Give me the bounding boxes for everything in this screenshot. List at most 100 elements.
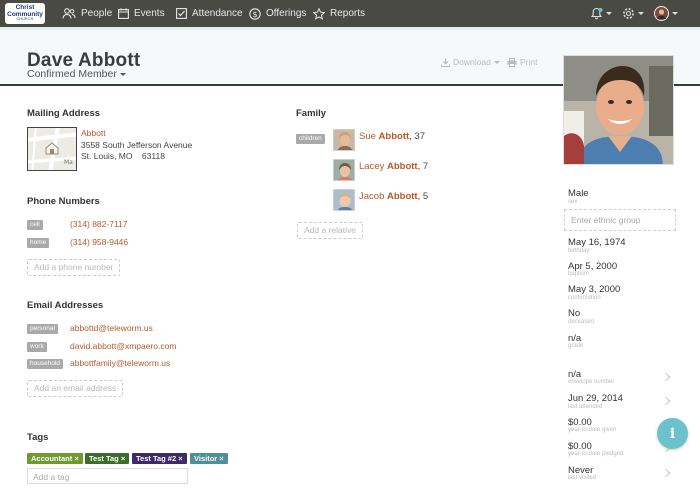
tag-chip[interactable]: Test Tag × bbox=[85, 453, 130, 464]
profile-photo[interactable] bbox=[563, 55, 674, 165]
chevron-right-icon[interactable] bbox=[661, 468, 671, 478]
download-label: Download bbox=[453, 57, 491, 67]
remove-tag-icon[interactable]: × bbox=[178, 454, 182, 463]
phone-value-link[interactable]: (314) 958-9446 bbox=[70, 237, 128, 247]
add-phone-button[interactable]: Add a phone number bbox=[27, 259, 121, 276]
chevron-down-icon bbox=[606, 12, 612, 15]
nav-offerings-label: Offerings bbox=[266, 8, 307, 19]
address-name-link[interactable]: Abbott bbox=[81, 128, 192, 140]
people-icon bbox=[62, 8, 76, 19]
baptism-label: baptism bbox=[568, 271, 590, 277]
chevron-right-icon[interactable] bbox=[661, 396, 671, 406]
nav-reports[interactable]: Reports bbox=[313, 0, 365, 27]
member-first-name: Lacey bbox=[359, 161, 385, 172]
family-title: Family bbox=[296, 108, 327, 119]
star-icon bbox=[313, 7, 325, 20]
tag-chip[interactable]: Visitor × bbox=[190, 453, 228, 464]
dollar-icon: $ bbox=[249, 7, 261, 20]
family-member-photo[interactable] bbox=[333, 159, 355, 181]
info-button[interactable]: i bbox=[657, 418, 688, 449]
nav-events[interactable]: Events bbox=[118, 0, 165, 27]
family-member-link[interactable]: Lacey Abbott, 7 bbox=[359, 161, 428, 172]
membership-status-label: Confirmed Member bbox=[27, 68, 117, 80]
last-visited-label: last visited bbox=[568, 475, 597, 481]
member-first-name: Jacob bbox=[359, 191, 385, 202]
chevron-down-icon bbox=[672, 12, 678, 15]
email-value-link[interactable]: abbottd@teleworm.us bbox=[70, 323, 153, 333]
membership-status-dropdown[interactable]: Confirmed Member bbox=[27, 68, 126, 80]
address-street: 3558 South Jefferson Avenue bbox=[81, 139, 193, 150]
printer-icon bbox=[507, 57, 517, 67]
ytd-pledged-label: year-to-date pledged bbox=[568, 451, 624, 457]
sex-value[interactable]: Male bbox=[568, 188, 589, 199]
chevron-down-icon bbox=[493, 60, 500, 64]
settings-button[interactable] bbox=[622, 0, 644, 27]
nav-people[interactable]: People bbox=[62, 0, 112, 27]
email-type-badge: work bbox=[27, 342, 47, 352]
avatar bbox=[334, 130, 354, 150]
logo-line3: CHURCH bbox=[16, 17, 34, 22]
user-menu[interactable] bbox=[654, 0, 678, 27]
family-group-badge: children bbox=[296, 134, 325, 144]
member-last-name: Abbott bbox=[378, 131, 410, 142]
address-city: St. Louis, MO 63118 bbox=[81, 151, 165, 161]
tag-chip[interactable]: Accountant × bbox=[27, 453, 83, 464]
phone-type-badge: home bbox=[27, 238, 50, 248]
tags-title: Tags bbox=[27, 432, 49, 443]
member-age: , 7 bbox=[417, 161, 429, 172]
member-age: , 37 bbox=[409, 131, 426, 142]
family-member-photo[interactable] bbox=[333, 129, 355, 151]
last-attended-value[interactable]: Jun 29, 2014 bbox=[568, 393, 623, 404]
remove-tag-icon[interactable]: × bbox=[121, 454, 125, 463]
notifications-button[interactable] bbox=[590, 0, 612, 27]
birthday-label: birthday bbox=[568, 248, 590, 254]
remove-tag-icon[interactable]: × bbox=[219, 454, 223, 463]
birthday-value[interactable]: May 16, 1974 bbox=[568, 237, 626, 248]
profile-photo-image bbox=[564, 56, 673, 164]
user-avatar bbox=[654, 6, 669, 21]
add-tag-input[interactable]: Add a tag bbox=[27, 468, 188, 484]
avatar bbox=[334, 160, 354, 180]
mailing-address-title: Mailing Address bbox=[27, 108, 101, 119]
nav-attendance[interactable]: Attendance bbox=[176, 0, 243, 27]
tag-chip[interactable]: Test Tag #2 × bbox=[132, 453, 187, 464]
remove-tag-icon[interactable]: × bbox=[74, 454, 78, 463]
calendar-icon bbox=[118, 8, 129, 19]
chevron-right-icon[interactable] bbox=[661, 372, 671, 382]
download-button[interactable]: Download bbox=[441, 57, 500, 67]
add-email-button[interactable]: Add an email address bbox=[27, 380, 124, 397]
confirmation-value[interactable]: May 3, 2000 bbox=[568, 284, 620, 295]
grade-label: grade bbox=[568, 343, 584, 349]
deceased-value[interactable]: No bbox=[568, 308, 580, 319]
email-value-link[interactable]: abbottfamily@teleworm.us bbox=[70, 358, 170, 368]
nav-offerings[interactable]: $ Offerings bbox=[249, 0, 306, 27]
print-button[interactable]: Print bbox=[507, 57, 537, 67]
email-type-badge: personal bbox=[27, 324, 58, 334]
tag-label: Test Tag #2 bbox=[136, 454, 177, 463]
phone-value-link[interactable]: (314) 882-7117 bbox=[70, 219, 128, 229]
tag-label: Test Tag bbox=[89, 454, 119, 463]
family-member-photo[interactable] bbox=[333, 189, 355, 211]
add-relative-button[interactable]: Add a relative bbox=[297, 222, 363, 239]
bell-icon bbox=[590, 7, 603, 20]
nav-people-label: People bbox=[81, 8, 113, 19]
email-value-link[interactable]: david.abbott@xmpaero.com bbox=[70, 341, 176, 351]
email-type-badge: household bbox=[27, 359, 63, 369]
church-logo[interactable]: Christ Community CHURCH bbox=[5, 3, 45, 24]
family-member-link[interactable]: Sue Abbott, 37 bbox=[359, 131, 425, 142]
email-addresses-title: Email Addresses bbox=[27, 300, 104, 311]
nav-reports-label: Reports bbox=[330, 8, 366, 19]
last-attended-label: last attended bbox=[568, 404, 603, 410]
svg-text:$: $ bbox=[252, 10, 257, 19]
envelope-number-label: envelope number bbox=[568, 379, 615, 385]
confirmation-label: confirmation bbox=[568, 295, 601, 301]
family-member-link[interactable]: Jacob Abbott, 5 bbox=[359, 191, 428, 202]
nav-attendance-label: Attendance bbox=[192, 8, 243, 19]
address-block: Abbott 3558 South Jefferson Avenue St. L… bbox=[81, 128, 192, 163]
map-image: Ma bbox=[28, 128, 76, 170]
print-label: Print bbox=[520, 57, 538, 67]
address-map[interactable]: Ma bbox=[27, 127, 77, 171]
ethnic-group-input[interactable]: Enter ethnic group bbox=[564, 209, 676, 231]
checkbox-icon bbox=[176, 8, 187, 19]
tag-label: Accountant bbox=[31, 454, 73, 463]
